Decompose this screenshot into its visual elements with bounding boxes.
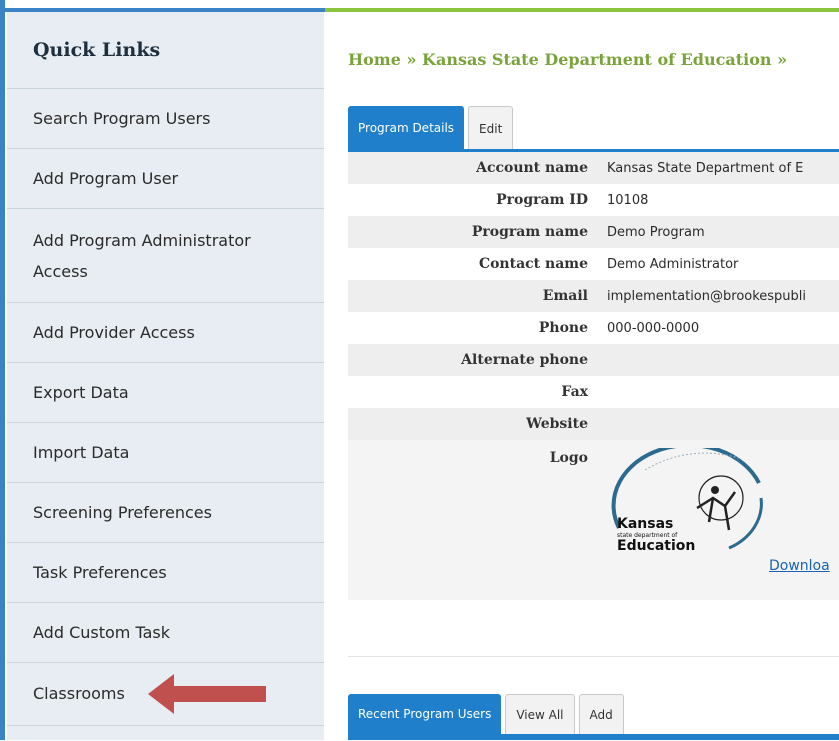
left-arrow-icon [148,674,266,714]
detail-value [597,376,839,408]
logo-text-education: Education [617,538,695,554]
detail-value: implementation@brookespubli [597,280,839,312]
quick-link-import-data[interactable]: Import Data [7,423,324,483]
quick-links-sidebar: Quick Links Search Program Users Add Pro… [7,12,324,740]
program-details-table: Account name Kansas State Department of … [348,152,839,600]
download-logo-link[interactable]: Downloa [769,558,830,574]
tab-edit[interactable]: Edit [468,106,514,150]
detail-label: Account name [348,152,597,184]
left-border [0,0,5,740]
detail-label: Phone [348,312,597,344]
detail-label: Program ID [348,184,597,216]
quick-link-search-program-users[interactable]: Search Program Users [7,89,324,149]
sidebar-divider [7,725,324,741]
detail-value [597,344,839,376]
detail-label: Contact name [348,248,597,280]
quick-link-label: Classrooms [33,683,125,703]
quick-link-label: Add Program Administrator Access [33,230,251,281]
quick-link-add-program-administrator-access[interactable]: Add Program Administrator Access [7,209,324,303]
detail-row-program-id: Program ID 10108 [348,184,839,216]
quick-link-label: Add Provider Access [33,323,195,342]
logo-cell: Kansas state department of Education Dow… [597,440,839,600]
quick-link-label: Task Preferences [33,563,167,582]
quick-link-task-preferences[interactable]: Task Preferences [7,543,324,603]
detail-row-website: Website [348,408,839,440]
detail-value: Demo Administrator [597,248,839,280]
quick-link-label: Screening Preferences [33,503,212,522]
top-margin [0,0,839,8]
detail-value: Kansas State Department of E [597,152,839,184]
detail-value: 000-000-0000 [597,312,839,344]
quick-link-screening-preferences[interactable]: Screening Preferences [7,483,324,543]
sidebar-title: Quick Links [7,12,324,89]
detail-row-logo: Logo Kansas state department of Educatio… [348,440,839,600]
tab-add[interactable]: Add [578,694,624,734]
quick-link-add-provider-access[interactable]: Add Provider Access [7,303,324,363]
detail-row-account-name: Account name Kansas State Department of … [348,152,839,184]
tab-program-details[interactable]: Program Details [348,106,465,150]
quick-link-label: Search Program Users [33,109,211,128]
detail-label: Fax [348,376,597,408]
quick-link-export-data[interactable]: Export Data [7,363,324,423]
recent-tab-underline [348,734,839,740]
tab-recent-program-users[interactable]: Recent Program Users [348,694,502,734]
kansas-education-logo: Kansas state department of Education [611,448,763,554]
detail-row-alternate-phone: Alternate phone [348,344,839,376]
quick-link-label: Add Program User [33,169,179,188]
detail-row-phone: Phone 000-000-0000 [348,312,839,344]
detail-label: Program name [348,216,597,248]
logo-text-kansas: Kansas [617,516,673,532]
breadcrumb[interactable]: Home » Kansas State Department of Educat… [348,50,787,69]
detail-row-fax: Fax [348,376,839,408]
recent-users-tab-bar: Recent Program Users View All Add [348,694,624,734]
detail-label: Email [348,280,597,312]
quick-link-add-program-user[interactable]: Add Program User [7,149,324,209]
tab-view-all[interactable]: View All [505,694,575,734]
details-tab-bar: Program Details Edit [348,106,514,150]
table-bottom-border [348,656,839,657]
quick-link-label: Add Custom Task [33,623,170,642]
detail-row-email: Email implementation@brookespubli [348,280,839,312]
quick-link-label: Import Data [33,443,130,462]
detail-row-contact-name: Contact name Demo Administrator [348,248,839,280]
detail-row-program-name: Program name Demo Program [348,216,839,248]
detail-label: Logo [348,440,597,600]
detail-value [597,408,839,440]
detail-value: 10108 [597,184,839,216]
detail-value: Demo Program [597,216,839,248]
detail-label: Alternate phone [348,344,597,376]
quick-link-add-custom-task[interactable]: Add Custom Task [7,603,324,663]
detail-label: Website [348,408,597,440]
top-border-green [325,8,839,12]
quick-link-label: Export Data [33,383,129,402]
